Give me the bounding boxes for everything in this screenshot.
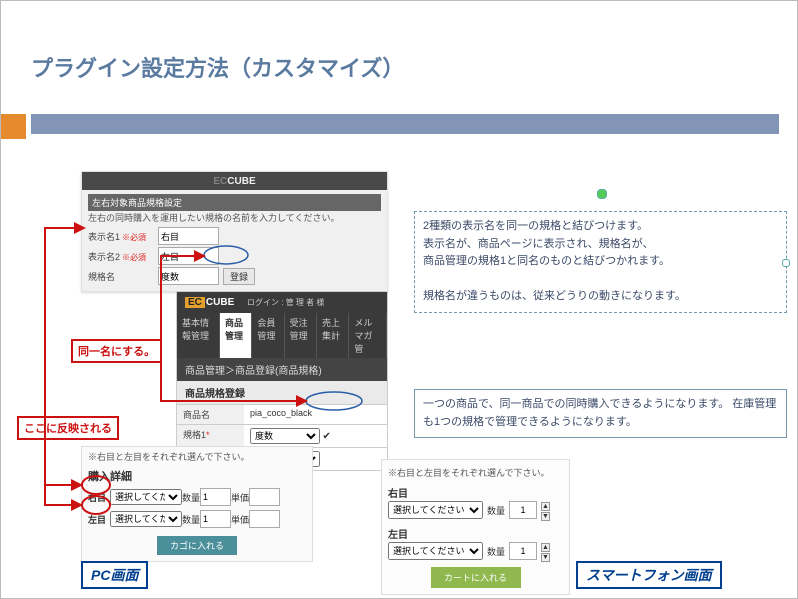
sp-left-select[interactable]: 選択してください [388,542,483,560]
brand-ec: EC [213,176,227,187]
callout-explain-1: 2種類の表示名を同一の規格と結びつけます。 表示名が、商品ページに表示され、規格… [414,211,787,313]
callout-explain-2: 一つの商品で、同一商品での同時購入できるようになります。 在庫管理も1つの規格で… [414,389,787,438]
sp-purchase-panel: ※右目と左目をそれぞれ選んで下さい。 右目 選択してください 数量 ▲▼ 左目 … [381,459,570,595]
qty-up-button[interactable]: ▲ [541,543,550,552]
sp-left-label: 左目 [388,526,563,541]
sp-note: ※右目と左目をそれぞれ選んで下さい。 [388,466,563,479]
pc-add-to-cart-button[interactable]: カゴに入れる [157,536,237,555]
breadcrumb: 商品管理＞商品登録(商品規格) [177,358,387,381]
badge-pc: PC画面 [81,561,148,589]
pc-left-label: 左目 [88,513,110,526]
field-label: 表示名2 [88,252,120,262]
qty-label: 数量 [182,513,200,526]
pc-right-qty[interactable] [200,488,231,506]
row-value: pia_coco_black [244,405,387,424]
qty-label: 数量 [182,491,200,504]
display-name-2-input[interactable] [158,247,219,265]
login-info: ログイン : 管 理 者 様 [247,298,324,307]
pc-left-price[interactable] [249,510,280,528]
pc-left-select[interactable]: 選択してください [110,511,182,527]
price-label: 単価 [231,513,249,526]
brand-ec: EC [185,297,205,308]
ok-check: ✔ [323,431,331,442]
spec-name-input[interactable] [158,267,219,285]
sp-right-label: 右目 [388,485,563,500]
field-label: 表示名1 [88,232,120,242]
qty-down-button[interactable]: ▼ [541,512,550,521]
label-reflected-here: ここに反映される [17,416,119,440]
tab-basic[interactable]: 基本情報管理 [177,313,220,358]
qty-up-button[interactable]: ▲ [541,502,550,511]
pc-right-label: 右目 [88,491,110,504]
config-panel: ECCUBE 左右対象商品規格設定 左右の同時購入を運用したい規格の名前を入力し… [81,171,388,292]
label-same-name: 同一名にする。 [71,339,162,363]
pc-note: ※右目と左目をそれぞれ選んで下さい。 [82,447,312,466]
pc-right-price[interactable] [249,488,280,506]
admin-tabs: 基本情報管理 商品管理 会員管理 受注管理 売上集計 メルマガ管 [177,313,387,358]
register-button[interactable]: 登録 [223,268,255,285]
eccube-logo: ECCUBE [82,172,387,190]
tab-sales[interactable]: 売上集計 [317,313,349,358]
badge-smartphone: スマートフォン画面 [576,561,722,589]
sp-left-qty[interactable] [509,542,537,560]
display-name-1-input[interactable] [158,227,219,245]
pc-left-qty[interactable] [200,510,231,528]
required-mark: ※必須 [122,253,146,262]
tab-members[interactable]: 会員管理 [252,313,284,358]
section-title: 左右対象商品規格設定 [88,194,381,211]
sp-right-select[interactable]: 選択してください [388,501,483,519]
qty-down-button[interactable]: ▼ [541,553,550,562]
pc-title: 購入詳細 [82,466,312,486]
price-label: 単価 [231,491,249,504]
sp-right-qty[interactable] [509,501,537,519]
pc-right-select[interactable]: 選択してください [110,489,182,505]
section-note: 左右の同時購入を運用したい規格の名前を入力してください。 [88,211,381,224]
brand-cube: CUBE [227,176,255,187]
brand-cube: CUBE [206,297,234,308]
pc-purchase-panel: ※右目と左目をそれぞれ選んで下さい。 購入詳細 右目 選択してください 数量 単… [81,446,313,562]
section-heading: 商品規格登録 [177,381,387,404]
required-mark: ※必須 [122,233,146,242]
tab-orders[interactable]: 受注管理 [285,313,317,358]
spec1-select[interactable]: 度数 [250,428,320,444]
row-label: 商品名 [177,405,244,424]
tab-mail[interactable]: メルマガ管 [349,313,387,358]
qty-label: 数量 [487,545,505,558]
page-title: プラグイン設定方法（カスタマイズ） [31,51,404,83]
admin-header: ECCUBE ログイン : 管 理 者 様 [177,292,387,313]
required-mark: * [206,430,210,440]
sp-add-to-cart-button[interactable]: カートに入れる [431,567,521,588]
header-bar [31,114,779,134]
admin-panel: ECCUBE ログイン : 管 理 者 様 基本情報管理 商品管理 会員管理 受… [176,291,388,471]
accent-square [1,114,26,139]
tab-products[interactable]: 商品管理 [220,313,252,358]
qty-label: 数量 [487,504,505,517]
field-label: 規格名 [88,270,158,283]
row-label: 規格1 [183,430,206,440]
